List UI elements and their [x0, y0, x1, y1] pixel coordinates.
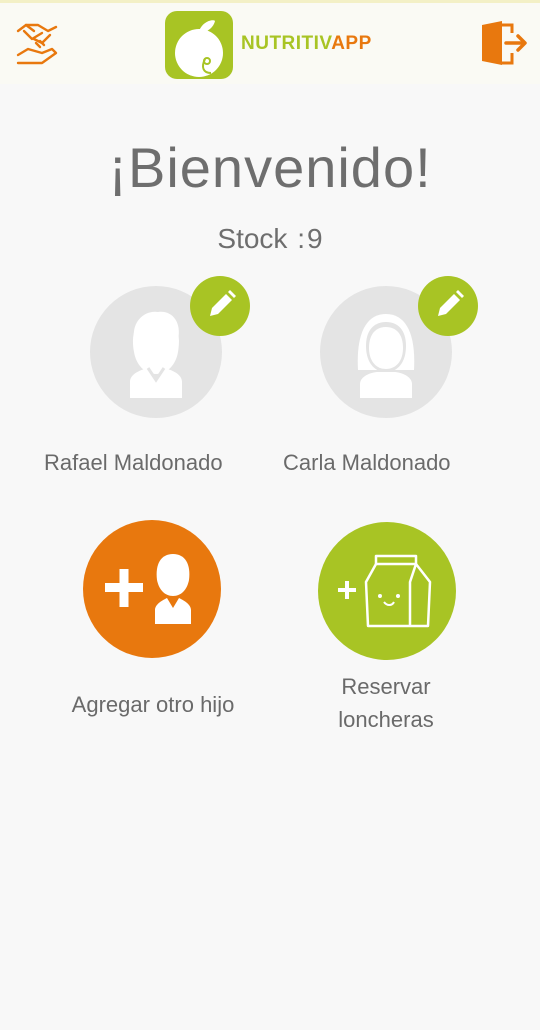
- handshake-icon[interactable]: [12, 19, 62, 69]
- edit-child-button[interactable]: [190, 276, 250, 336]
- pencil-icon: [210, 290, 236, 316]
- pencil-icon: [438, 290, 464, 316]
- welcome-title: ¡Bienvenido!: [108, 136, 432, 199]
- stock-label: Stock: [217, 223, 288, 254]
- app-logo-icon: [165, 11, 233, 79]
- brand-name: NUTRITIVAPP: [241, 33, 372, 54]
- stock-value: 9: [307, 223, 323, 254]
- stock-counter: Stock :9: [217, 223, 323, 254]
- child-name[interactable]: Rafael Maldonado: [44, 450, 223, 476]
- add-child-label[interactable]: Agregar otro hijo: [53, 688, 253, 721]
- exit-door-icon[interactable]: [478, 19, 528, 69]
- add-child-icon[interactable]: [83, 520, 221, 658]
- child-name[interactable]: Carla Maldonado: [283, 450, 451, 476]
- lunch-bag-icon[interactable]: [318, 522, 456, 660]
- edit-child-button[interactable]: [418, 276, 478, 336]
- top-bar: NUTRITIVAPP: [0, 0, 540, 84]
- reserve-lunchbox-label[interactable]: Reservar loncheras: [300, 670, 472, 736]
